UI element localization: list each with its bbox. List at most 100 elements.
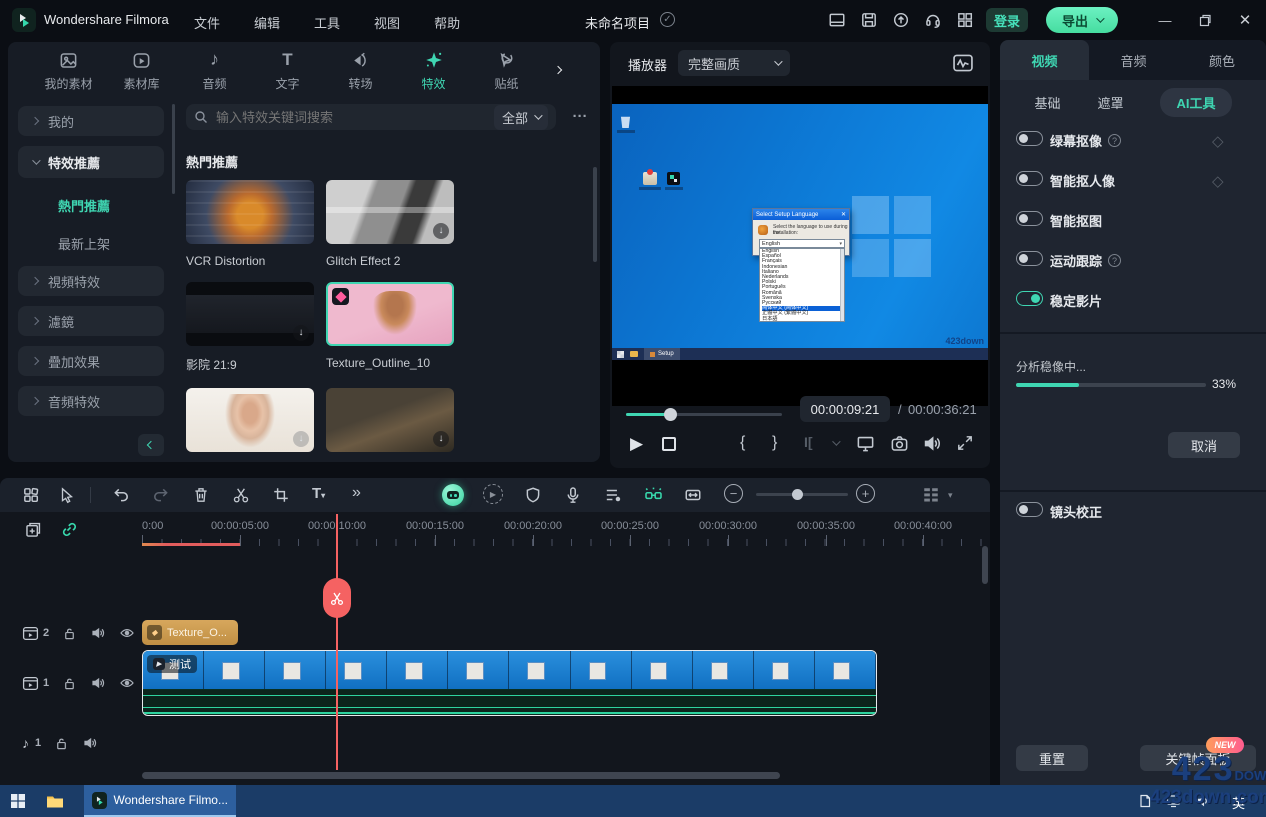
sidebar-item-overlays[interactable]: 疊加效果 [18,346,164,376]
zoom-slider-handle[interactable] [792,489,803,500]
menu-help[interactable]: 帮助 [434,13,460,32]
ai-cutout-toggle[interactable] [1016,211,1043,226]
player-progress[interactable] [626,407,782,421]
trim-chevron-icon[interactable] [832,437,840,445]
reset-button[interactable]: 重置 [1016,745,1088,771]
collapse-sidebar-button[interactable] [138,434,164,456]
fullscreen-icon[interactable] [956,434,974,452]
mark-out-button[interactable]: } [772,434,777,452]
tab-effects[interactable]: 特效 [397,46,470,92]
auto-ripple-icon[interactable] [684,486,702,504]
keyframe-diamond-icon[interactable]: ◇ [1212,132,1224,150]
progress-handle[interactable] [664,408,677,421]
play-button[interactable]: ▶ [630,434,643,454]
more-options-button[interactable]: ··· [568,104,592,130]
filter-dropdown[interactable]: 全部 [494,105,548,130]
apps-icon[interactable] [956,11,974,29]
volume-icon[interactable] [90,625,106,641]
export-button[interactable]: 导出 [1046,7,1118,33]
lock-icon[interactable] [62,676,77,691]
content-scrollbar[interactable] [593,167,597,262]
lens-correction-toggle[interactable] [1016,502,1043,517]
effect-thumb-texture-outline[interactable] [326,282,454,346]
sidebar-item-filters[interactable]: 濾鏡 [18,306,164,336]
playhead-line[interactable] [336,514,338,770]
track-manage-chevron-icon[interactable]: ▾ [948,490,953,501]
expand-tabs-icon[interactable] [555,60,561,78]
menu-view[interactable]: 视图 [374,13,400,32]
zoom-out-icon[interactable]: − [724,484,743,503]
export-chevron-icon[interactable] [1096,14,1104,22]
timeline-zoom-slider[interactable] [756,493,848,496]
file-explorer-icon[interactable] [46,793,64,809]
mark-in-button[interactable]: { [740,434,745,452]
redo-icon[interactable] [152,486,170,504]
effect-thumb-vcr[interactable] [186,180,314,244]
tab-text[interactable]: T文字 [251,46,324,92]
tab-transition[interactable]: 转场 [324,46,397,92]
effect-clip[interactable]: ◆ Texture_O... [142,620,238,645]
video-viewport[interactable]: Select Setup Language ✕ Select the langu… [612,86,988,406]
download-icon[interactable]: ↓ [293,431,309,447]
volume-icon[interactable] [82,735,98,751]
quality-dropdown[interactable]: 完整画质 [678,50,790,76]
tab-color[interactable]: 颜色 [1178,40,1266,80]
tab-video[interactable]: 视频 [1000,40,1089,80]
motion-tracking-toggle[interactable] [1016,251,1043,266]
voiceover-mic-icon[interactable] [564,486,582,504]
menu-tools[interactable]: 工具 [314,13,340,32]
sidebar-scrollbar[interactable] [172,104,175,194]
snapshot-icon[interactable] [890,434,909,453]
pointer-tool-icon[interactable] [58,486,76,504]
layout-icon[interactable] [828,11,846,29]
text-tool-icon[interactable]: T▾ [312,485,325,502]
subtab-mask[interactable]: 遮罩 [1097,93,1123,112]
auto-ripple-link-icon[interactable] [60,520,78,538]
green-screen-toggle[interactable] [1016,131,1043,146]
render-graph-icon[interactable] [952,52,974,74]
tab-audio[interactable]: ♪音频 [178,46,251,92]
sidebar-item-video-fx[interactable]: 視頻特效 [18,266,164,296]
trim-tool-icon[interactable]: I[ [804,434,813,450]
ai-assistant-icon[interactable] [442,484,464,506]
sidebar-item-audio-fx[interactable]: 音頻特效 [18,386,164,416]
download-icon[interactable]: ↓ [433,431,449,447]
effect-thumb-portrait[interactable]: ↓ [186,388,314,452]
zoom-in-icon[interactable]: + [856,484,875,503]
crop-icon[interactable] [272,486,290,504]
support-icon[interactable] [924,11,942,29]
effect-thumb-cinema[interactable]: ↓ [186,282,314,346]
delete-icon[interactable] [192,486,210,504]
add-track-icon[interactable] [24,520,43,539]
effect-thumb-landscape[interactable]: ↓ [326,388,454,452]
eye-icon[interactable] [119,675,135,691]
help-icon[interactable]: ? [1108,254,1121,267]
sidebar-item-effect-recommend[interactable]: 特效推薦 [18,146,164,178]
marker-icon[interactable] [524,486,542,504]
mirror-screen-icon[interactable] [856,434,875,453]
minimize-button[interactable]: — [1150,9,1180,31]
current-timecode[interactable]: 00:00:09:21 [800,396,890,422]
split-icon[interactable] [232,486,250,504]
layout-grid-icon[interactable] [22,486,40,504]
timeline-ruler[interactable]: 00:00:00 00:00:05:00 00:00:10:00 00:00:1… [142,512,990,548]
keyframe-diamond-icon[interactable]: ◇ [1212,172,1224,190]
maximize-button[interactable] [1190,9,1220,31]
subtab-ai-tools[interactable]: AI工具 [1160,88,1231,117]
tab-sticker[interactable]: 贴纸 [470,46,543,92]
smart-cut-glasses-icon[interactable] [644,486,663,504]
lock-icon[interactable] [54,736,69,751]
login-button[interactable]: 登录 [986,8,1028,32]
ai-portrait-toggle[interactable] [1016,171,1043,186]
timeline-h-scrollbar[interactable] [142,772,780,779]
search-input[interactable] [216,110,494,125]
publish-icon[interactable] [892,11,910,29]
subtab-basic[interactable]: 基础 [1034,93,1060,112]
taskbar-app-button[interactable]: Wondershare Filmo... [84,785,236,817]
cancel-button[interactable]: 取消 [1168,432,1240,458]
start-button[interactable] [10,793,26,809]
menu-file[interactable]: 文件 [194,13,220,32]
volume-icon[interactable] [922,434,941,453]
track-manage-icon[interactable] [922,486,940,504]
sidebar-item-mine[interactable]: 我的 [18,106,164,136]
